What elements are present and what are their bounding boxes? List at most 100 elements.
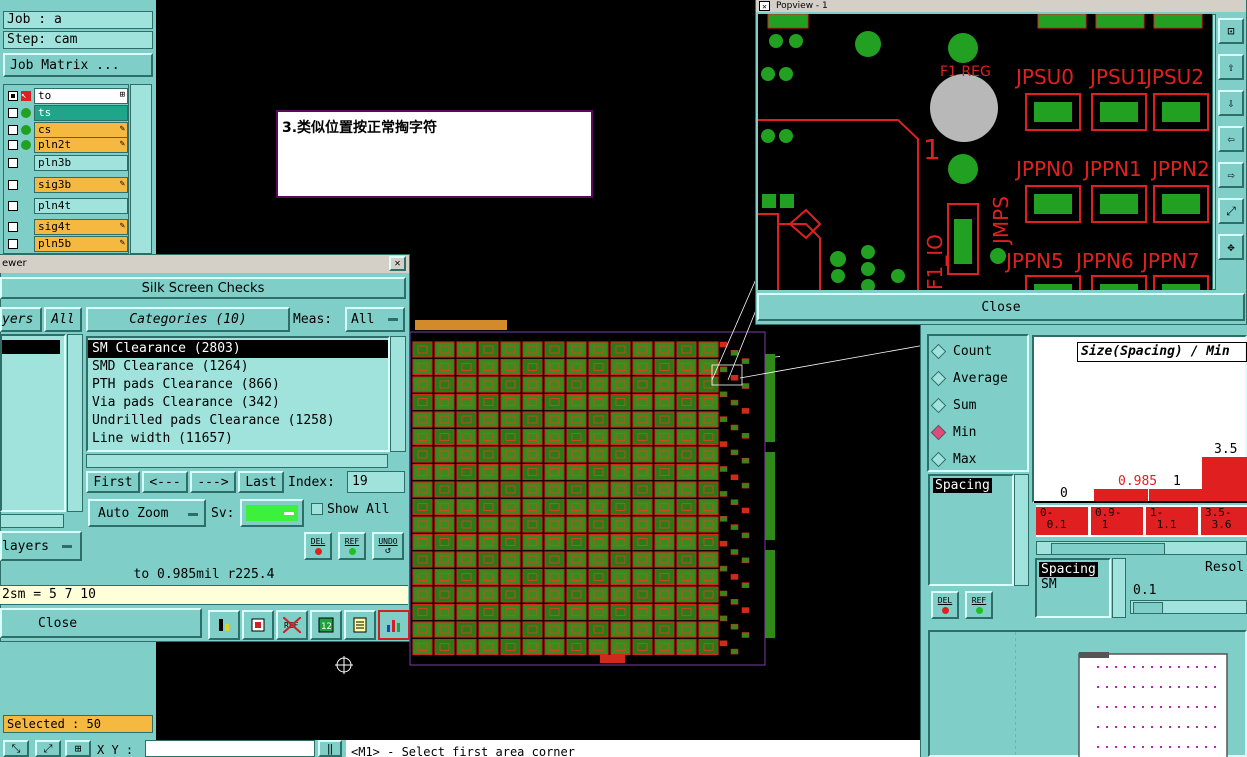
layer-checkbox[interactable] xyxy=(8,222,18,232)
pan-right-icon[interactable]: ⇨ xyxy=(1218,162,1244,188)
ref-crossed-icon[interactable]: REF xyxy=(276,610,308,640)
layers-listbox[interactable] xyxy=(0,334,66,512)
auto-zoom-dropdown[interactable]: Auto Zoom xyxy=(88,499,206,527)
sv-dropdown[interactable] xyxy=(240,499,304,527)
layer-scrollbar[interactable] xyxy=(130,84,152,254)
popview-close-button[interactable]: Close xyxy=(757,293,1245,321)
stat-option-min[interactable]: Min xyxy=(929,419,1027,446)
index-input[interactable]: 19 xyxy=(347,471,405,493)
histogram-bin[interactable]: 0- 0.1 xyxy=(1036,507,1088,535)
show-all-checkbox[interactable] xyxy=(311,503,323,515)
bar-chart-icon[interactable] xyxy=(378,610,410,640)
layer-name[interactable]: pln3b xyxy=(34,155,128,171)
radio-diamond-icon[interactable] xyxy=(930,424,947,441)
stat-option-average[interactable]: Average xyxy=(929,365,1027,392)
stats-del-button[interactable]: DEL xyxy=(931,591,959,619)
layer-row[interactable]: pln4t xyxy=(8,198,128,214)
radio-diamond-icon[interactable] xyxy=(930,397,947,414)
layers-list-hscroll[interactable] xyxy=(0,514,64,528)
pan-down-icon[interactable]: ⇩ xyxy=(1218,90,1244,116)
layers-list-scrollbar[interactable] xyxy=(67,334,83,512)
spacing-listbox[interactable]: Spacing xyxy=(928,474,1014,586)
layer-name[interactable]: pln4t xyxy=(34,198,128,214)
spacing-list-scrollbar[interactable] xyxy=(1014,474,1029,586)
layer-checkbox[interactable] xyxy=(8,201,18,211)
viewer-titlebar[interactable]: ewer xyxy=(0,255,409,273)
layer-row[interactable]: ts xyxy=(8,105,128,121)
last-button[interactable]: Last xyxy=(238,471,284,493)
categories-scrollbar[interactable] xyxy=(390,336,406,452)
layer-checkbox[interactable] xyxy=(8,239,18,249)
category-item[interactable]: PTH pads Clearance (866) xyxy=(88,376,388,394)
measure-type-selected[interactable]: Spacing xyxy=(1039,562,1098,577)
all-layers-button[interactable]: All xyxy=(44,307,82,332)
layer-row[interactable]: pln5b ✎ xyxy=(8,236,128,252)
histogram-bin[interactable]: 3.5- 3.6 xyxy=(1201,507,1247,535)
xy-input[interactable] xyxy=(145,740,315,757)
layer-name[interactable]: pln2t ✎ xyxy=(34,137,128,153)
job-matrix-button[interactable]: Job Matrix ... xyxy=(3,53,153,77)
resolution-slider-thumb[interactable] xyxy=(1133,602,1163,614)
marker-icon[interactable] xyxy=(242,610,274,640)
prev-button[interactable]: <--- xyxy=(142,471,188,493)
resolution-slider[interactable] xyxy=(1130,600,1247,614)
popview-titlebar[interactable]: Popview - 1 xyxy=(756,0,1246,12)
layers-menu-dropdown[interactable]: layers xyxy=(0,531,82,561)
histogram-hscroll[interactable] xyxy=(1036,541,1247,555)
pan-left-icon[interactable]: ⇦ xyxy=(1218,126,1244,152)
layer-row[interactable]: pln3b xyxy=(8,155,128,171)
del-button[interactable]: DEL xyxy=(304,532,332,560)
pause-icon[interactable]: ‖ xyxy=(318,740,342,757)
radio-diamond-icon[interactable] xyxy=(930,343,947,360)
first-button[interactable]: First xyxy=(86,471,140,493)
histogram-bin[interactable]: 0.9- 1 xyxy=(1091,507,1143,535)
stat-option-sum[interactable]: Sum xyxy=(929,392,1027,419)
category-item[interactable]: Undrilled pads Clearance (1258) xyxy=(88,412,388,430)
layer-name[interactable]: cs ✎ xyxy=(34,122,128,138)
layer-row[interactable]: pln2t ✎ xyxy=(8,137,128,153)
next-button[interactable]: ---> xyxy=(190,471,236,493)
layer-row[interactable]: sig4t ✎ xyxy=(8,219,128,235)
layer-row[interactable]: ↖ to ⊞ xyxy=(8,88,128,104)
layers-header[interactable]: yers xyxy=(0,307,42,332)
layer-checkbox[interactable] xyxy=(8,140,18,150)
layer-checkbox[interactable] xyxy=(8,158,18,168)
layers-list-selected[interactable] xyxy=(2,340,60,354)
layer-checkbox[interactable] xyxy=(8,91,18,101)
area-tool-icon[interactable]: ⤢ xyxy=(35,740,61,757)
zoom-fit-icon[interactable]: ⊡ xyxy=(1218,18,1244,44)
viewer-close-button[interactable]: Close xyxy=(0,608,202,638)
histogram-hscroll-thumb[interactable] xyxy=(1051,543,1165,555)
numbered-list-icon[interactable]: 12 xyxy=(310,610,342,640)
zoom-out-icon[interactable]: ✥ xyxy=(1218,234,1244,260)
undo-button[interactable]: UNDO ↺ xyxy=(372,532,404,560)
categories-listbox[interactable]: SM Clearance (2803) SMD Clearance (1264) P… xyxy=(86,336,390,452)
category-item[interactable]: SM Clearance (2803) xyxy=(88,340,388,358)
ref-button[interactable]: REF xyxy=(338,532,366,560)
radio-diamond-icon[interactable] xyxy=(930,451,947,468)
layer-row[interactable]: cs ✎ xyxy=(8,122,128,138)
grid-tool-icon[interactable]: ⊞ xyxy=(65,740,91,757)
select-tool-icon[interactable]: ⤡ xyxy=(3,740,29,757)
histogram-icon[interactable] xyxy=(208,610,240,640)
layer-checkbox[interactable] xyxy=(8,180,18,190)
measure-type-item[interactable]: SM xyxy=(1039,577,1109,592)
pan-up-icon[interactable]: ⇧ xyxy=(1218,54,1244,80)
category-item[interactable]: SMD Clearance (1264) xyxy=(88,358,388,376)
layer-name[interactable]: ts xyxy=(34,105,128,121)
histogram-bin[interactable]: 1- 1.1 xyxy=(1146,507,1198,535)
popview-close-x-icon[interactable]: ✕ xyxy=(759,1,770,11)
layer-name[interactable]: pln5b ✎ xyxy=(34,236,128,252)
categories-header[interactable]: Categories (10) xyxy=(86,307,290,332)
layer-name[interactable]: sig4t ✎ xyxy=(34,219,128,235)
spacing-list-item[interactable]: Spacing xyxy=(933,478,992,493)
report-icon[interactable] xyxy=(344,610,376,640)
layer-row[interactable]: sig3b ✎ xyxy=(8,177,128,193)
layer-checkbox[interactable] xyxy=(8,125,18,135)
category-item[interactable]: Line width (11657) xyxy=(88,430,388,448)
stat-option-max[interactable]: Max xyxy=(929,446,1027,473)
meas-dropdown[interactable]: All xyxy=(345,307,405,332)
categories-hscroll[interactable] xyxy=(86,454,388,468)
measure-type-listbox[interactable]: Spacing SM xyxy=(1035,558,1111,618)
stat-option-count[interactable]: Count xyxy=(929,338,1027,365)
